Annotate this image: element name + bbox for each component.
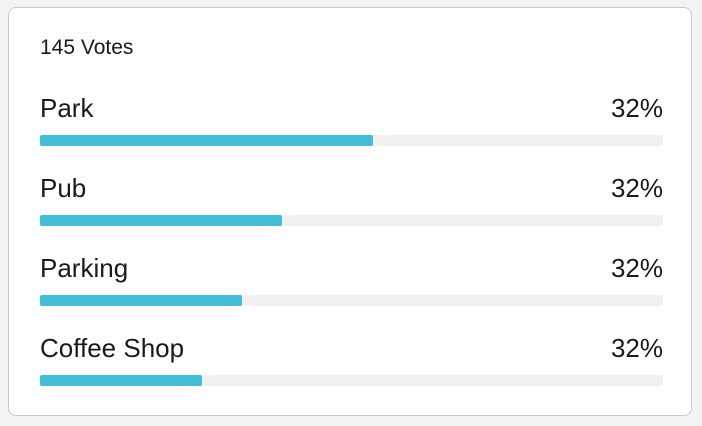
option-percent: 32%	[610, 93, 663, 123]
progress-track	[40, 215, 663, 226]
option-label: Park	[40, 93, 94, 123]
option-label: Coffee Shop	[40, 333, 185, 363]
poll-card: 145 Votes Park 32% Pub 32% Parking 32% C…	[8, 7, 692, 416]
progress-track	[40, 295, 663, 306]
vote-count: 145 Votes	[40, 36, 134, 59]
progress-fill	[40, 135, 373, 146]
progress-fill	[40, 215, 283, 226]
option-percent: 32%	[610, 253, 663, 283]
poll-option-pub[interactable]: Pub 32%	[40, 168, 663, 248]
option-percent: 32%	[610, 333, 663, 363]
progress-fill	[40, 295, 243, 306]
option-label: Pub	[40, 173, 87, 203]
progress-track	[40, 375, 663, 386]
progress-fill	[40, 375, 202, 386]
poll-options: Park 32% Pub 32% Parking 32% Coffee Shop…	[40, 88, 663, 408]
option-label: Parking	[40, 253, 129, 283]
poll-option-parking[interactable]: Parking 32%	[40, 248, 663, 328]
poll-option-park[interactable]: Park 32%	[40, 88, 663, 168]
progress-track	[40, 135, 663, 146]
poll-option-coffee-shop[interactable]: Coffee Shop 32%	[40, 328, 663, 408]
option-percent: 32%	[610, 173, 663, 203]
